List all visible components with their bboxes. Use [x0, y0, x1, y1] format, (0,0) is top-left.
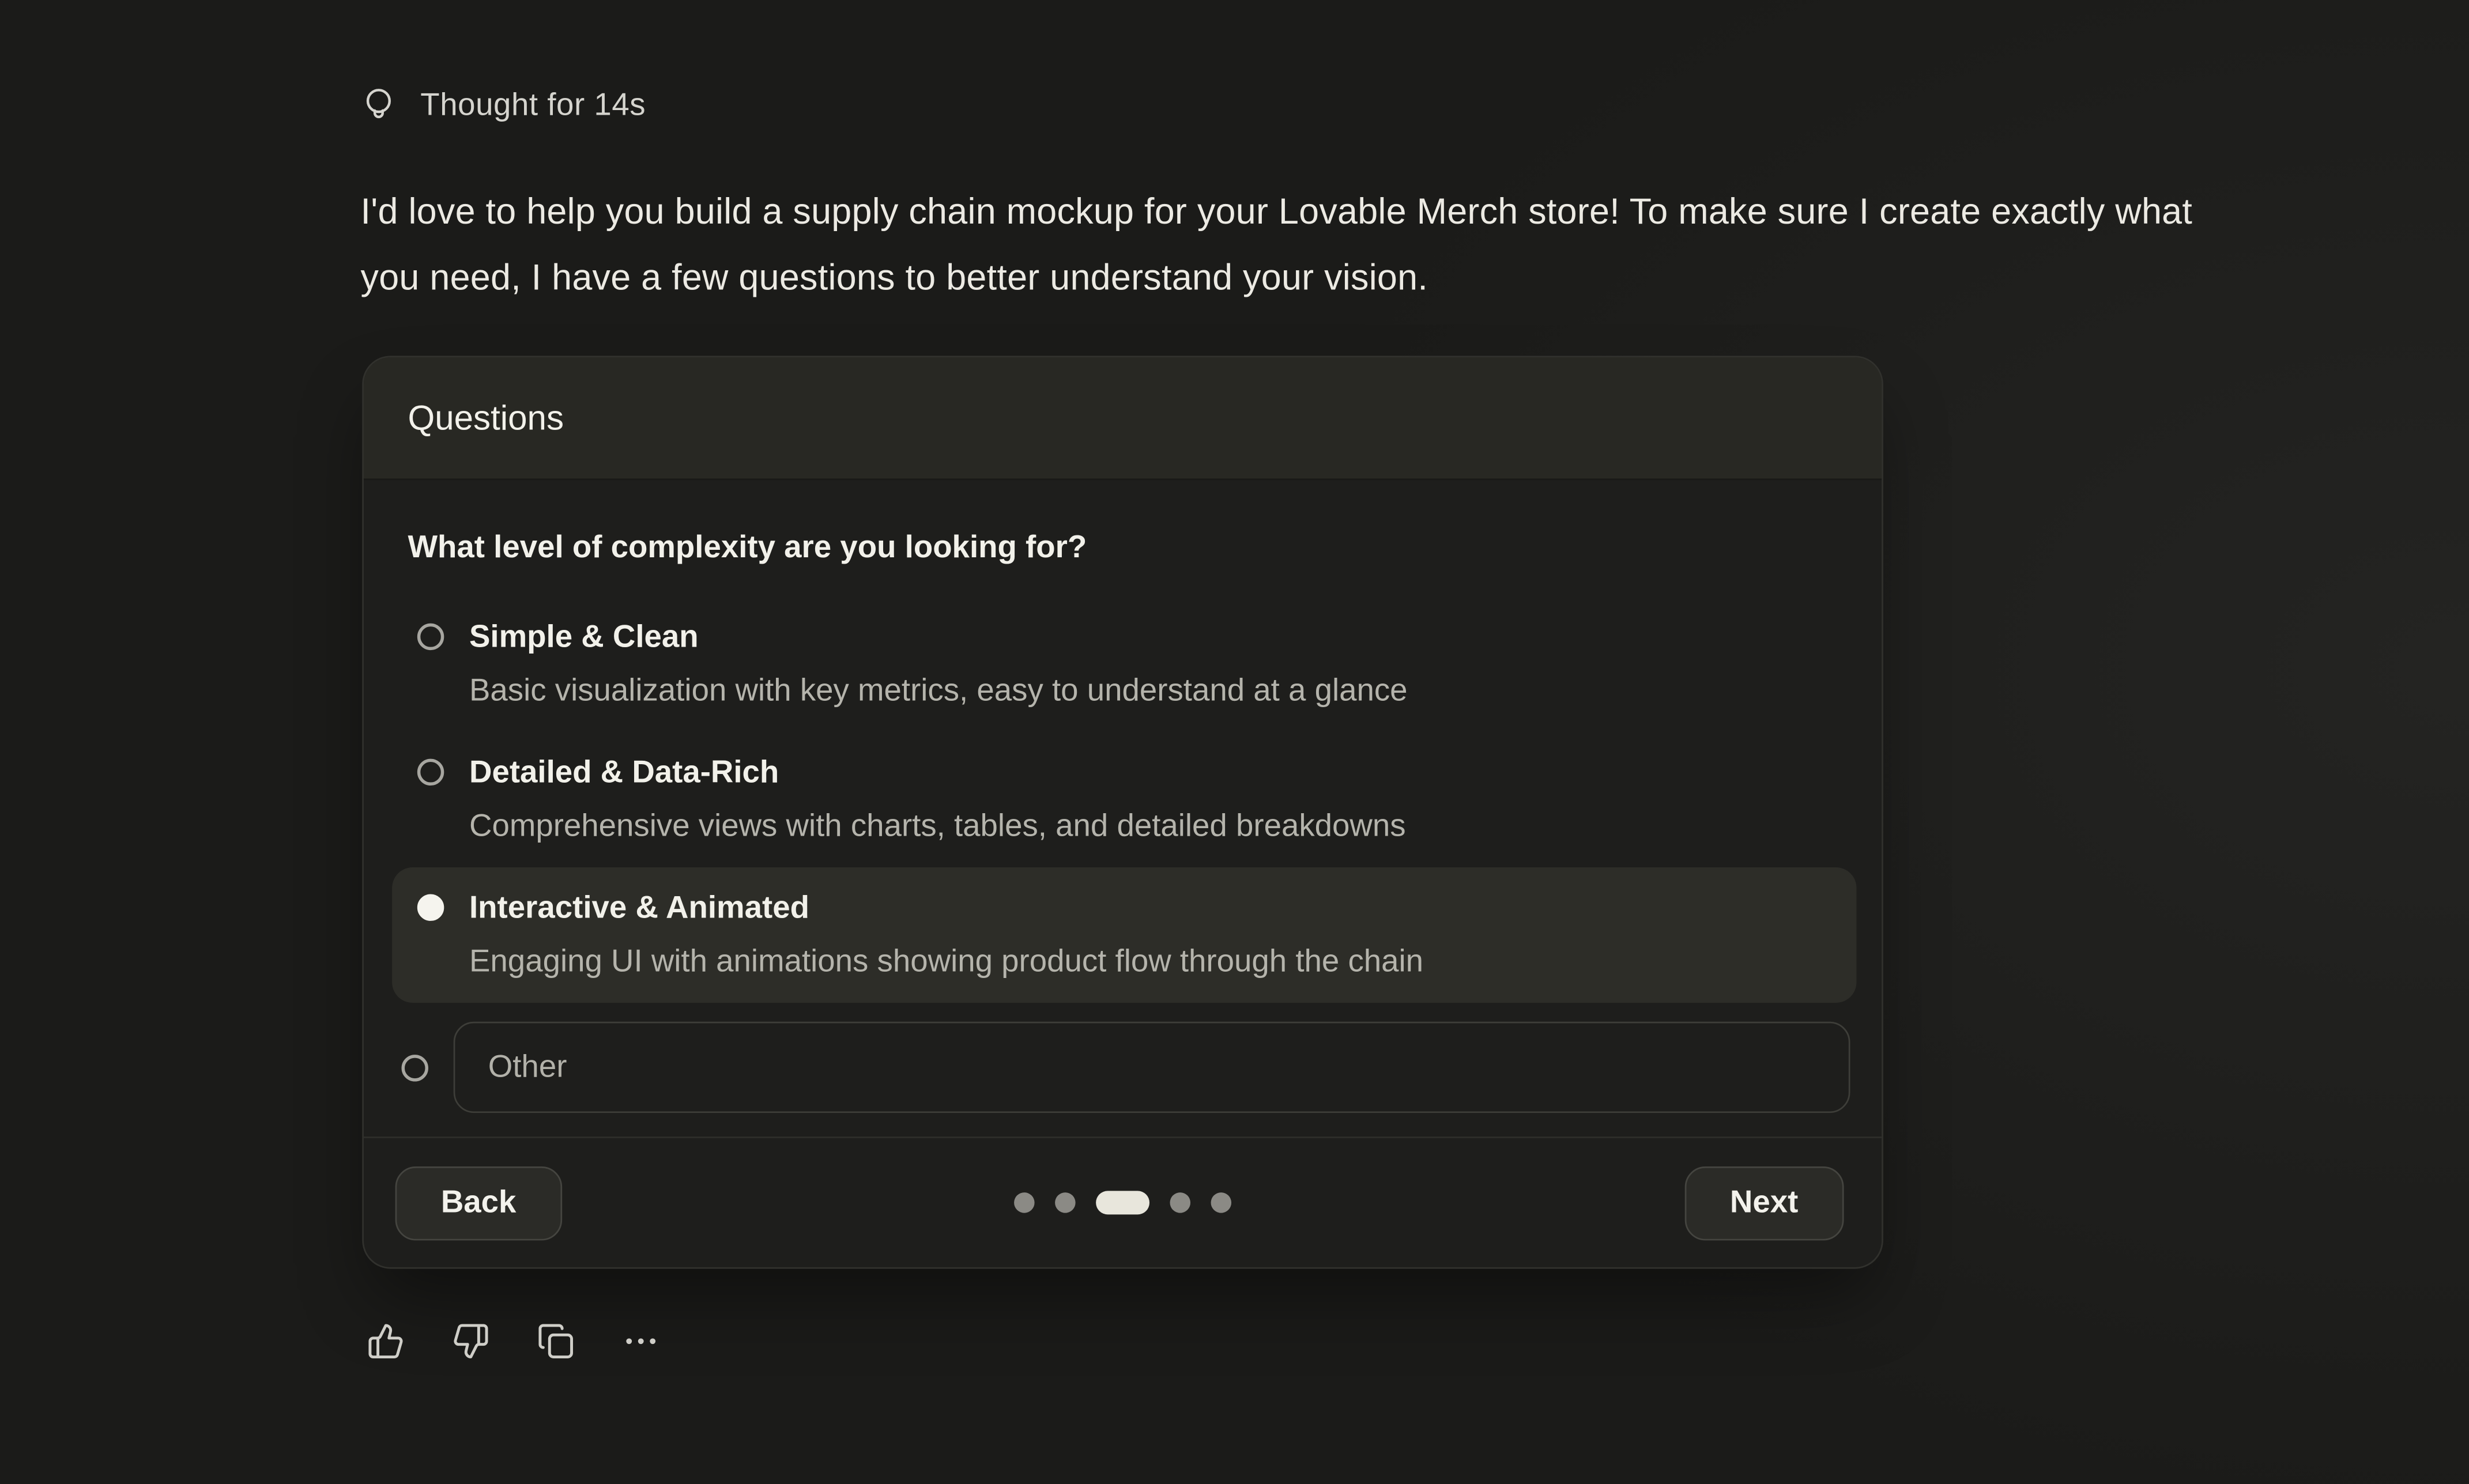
radio-selected-icon[interactable] — [417, 894, 444, 920]
lightbulb-icon — [361, 85, 397, 126]
option-text: Interactive & Animated Engaging UI with … — [469, 888, 1423, 983]
questions-card-body: What level of complexity are you looking… — [364, 480, 1882, 1136]
radio-unselected-icon[interactable] — [417, 624, 444, 650]
other-input[interactable] — [454, 1022, 1850, 1113]
option-simple-clean[interactable]: Simple & Clean Basic visualization with … — [392, 596, 1856, 732]
option-description: Basic visualization with key metrics, ea… — [469, 671, 1408, 712]
questions-card-header: Questions — [364, 357, 1882, 480]
question-text: What level of complexity are you looking… — [408, 527, 1837, 570]
page-scaler: Thought for 14s I'd love to help you bui… — [0, 0, 2469, 1484]
assistant-message: I'd love to help you build a supply chai… — [361, 178, 2200, 310]
option-other[interactable] — [402, 1022, 1850, 1113]
option-title: Simple & Clean — [469, 617, 1408, 658]
pagination-dot[interactable] — [1055, 1192, 1076, 1213]
pagination-dot[interactable] — [1170, 1192, 1191, 1213]
pagination-dots — [1014, 1191, 1231, 1214]
next-button[interactable]: Next — [1684, 1166, 1844, 1240]
pagination-dot[interactable] — [1211, 1192, 1232, 1213]
options-list: Simple & Clean Basic visualization with … — [408, 596, 1837, 1113]
option-text: Detailed & Data-Rich Comprehensive views… — [469, 753, 1406, 847]
thought-toggle[interactable]: Thought for 14s — [361, 85, 646, 126]
thumbs-up-icon[interactable] — [367, 1319, 405, 1363]
pagination-dot[interactable] — [1014, 1192, 1035, 1213]
option-title: Detailed & Data-Rich — [469, 753, 1406, 794]
pagination-dot-active[interactable] — [1096, 1191, 1149, 1214]
thumbs-down-icon[interactable] — [452, 1319, 490, 1363]
card-title: Questions — [408, 398, 564, 439]
back-button[interactable]: Back — [395, 1166, 562, 1240]
more-options-icon[interactable] — [622, 1319, 660, 1363]
radio-unselected-icon[interactable] — [402, 1054, 428, 1081]
option-title: Interactive & Animated — [469, 888, 1423, 929]
questions-card-footer: Back Next — [364, 1136, 1882, 1267]
option-text: Simple & Clean Basic visualization with … — [469, 617, 1408, 712]
option-interactive-animated[interactable]: Interactive & Animated Engaging UI with … — [392, 867, 1856, 1003]
option-description: Engaging UI with animations showing prod… — [469, 941, 1423, 982]
option-detailed-data-rich[interactable]: Detailed & Data-Rich Comprehensive views… — [392, 732, 1856, 867]
questions-card: Questions What level of complexity are y… — [362, 356, 1883, 1268]
copy-icon[interactable] — [537, 1319, 575, 1363]
chat-page: Thought for 14s I'd love to help you bui… — [0, 0, 2469, 1484]
option-description: Comprehensive views with charts, tables,… — [469, 806, 1406, 847]
message-actions — [367, 1319, 659, 1363]
radio-unselected-icon[interactable] — [417, 759, 444, 786]
thought-label: Thought for 14s — [420, 88, 646, 124]
